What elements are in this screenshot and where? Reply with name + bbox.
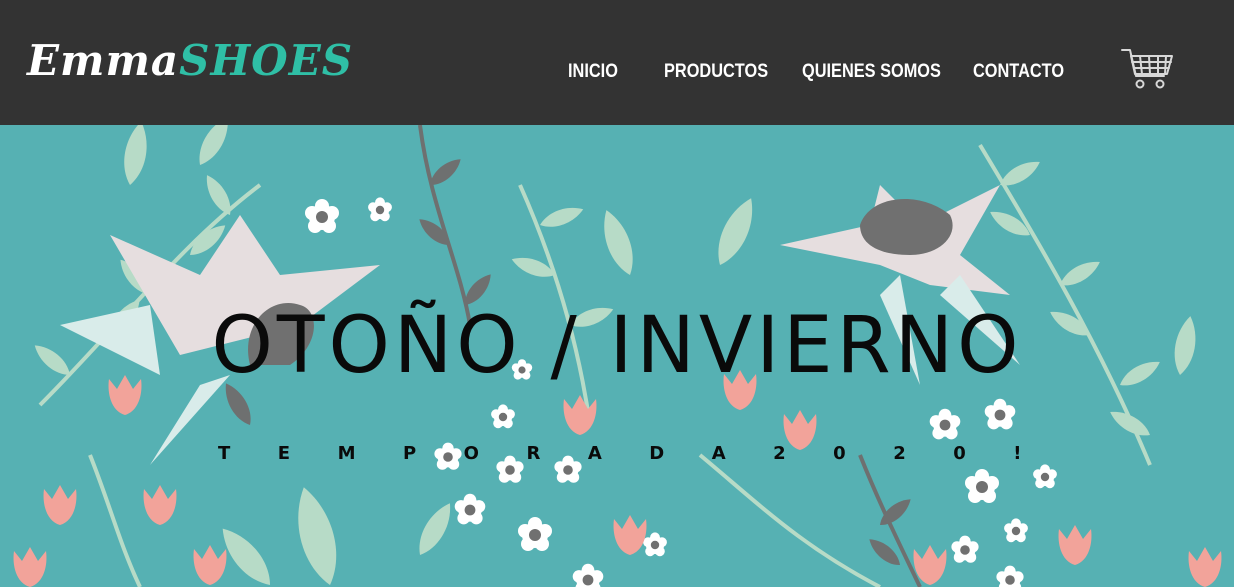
hero-banner: OTOÑO / INVIERNO TEMPORADA2020! [0, 125, 1234, 587]
nav-link-productos[interactable]: PRODUCTOS [664, 61, 768, 83]
brand-logo-part2: SHOES [179, 36, 354, 85]
nav-link-inicio[interactable]: INICIO [568, 61, 618, 83]
nav-link-quienes-somos[interactable]: QUIENES SOMOS [802, 61, 941, 83]
nav-link-contacto[interactable]: CONTACTO [973, 61, 1064, 83]
cart-button[interactable] [1120, 46, 1174, 92]
brand-logo-part1: Emma [27, 36, 180, 85]
brand-logo[interactable]: EmmaSHOES [27, 36, 353, 85]
shopping-cart-icon [1121, 49, 1173, 89]
top-navbar: EmmaSHOES INICIO PRODUCTOS QUIENES SOMOS… [0, 0, 1234, 125]
hero-title: OTOÑO / INVIERNO [211, 301, 1023, 391]
hero-subtitle: TEMPORADA2020! [218, 443, 1069, 464]
